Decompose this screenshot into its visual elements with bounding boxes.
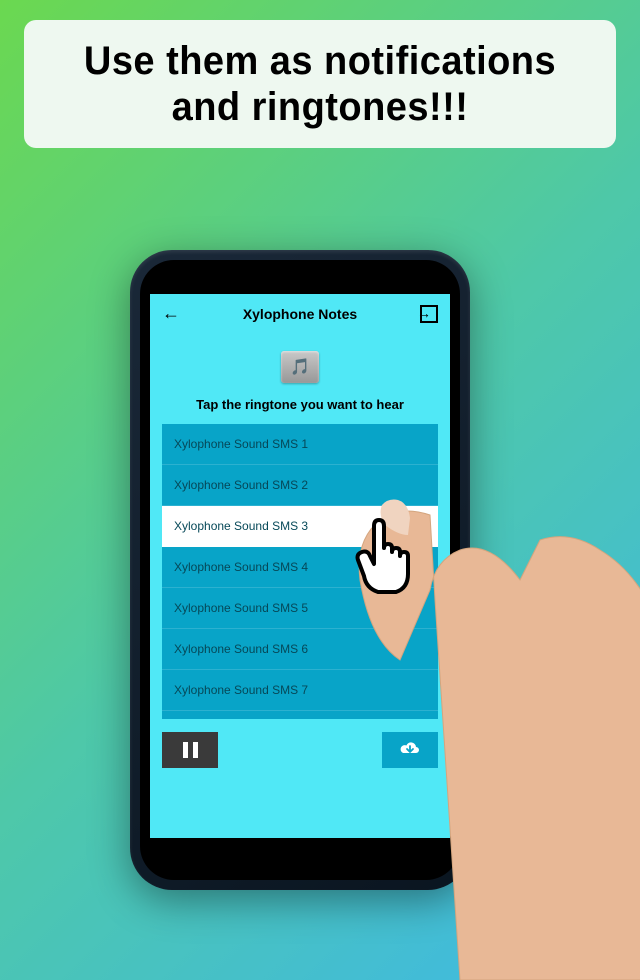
app-screen: ← Xylophone Notes 🎵 Tap the ringtone you… [150, 294, 450, 838]
phone-home-indicator [220, 844, 380, 874]
list-item[interactable]: Xylophone Sound SMS 3 [162, 506, 438, 547]
list-item[interactable]: Xylophone Sound SMS 2 [162, 465, 438, 506]
app-header: ← Xylophone Notes [150, 294, 450, 333]
ringtone-list: Xylophone Sound SMS 1 Xylophone Sound SM… [162, 424, 438, 719]
promo-text: Use them as notifications and ringtones!… [58, 38, 582, 130]
list-item[interactable]: Xylophone Sound SMS 4 [162, 547, 438, 588]
phone-notch [230, 270, 370, 288]
exit-button[interactable] [420, 305, 438, 323]
promo-banner: Use them as notifications and ringtones!… [24, 20, 616, 148]
list-item[interactable]: Xylophone Sound SMS 6 [162, 629, 438, 670]
instruction-text: Tap the ringtone you want to hear [150, 393, 450, 424]
phone-mockup: ← Xylophone Notes 🎵 Tap the ringtone you… [130, 250, 470, 890]
music-note-icon: 🎵 [281, 351, 319, 383]
cloud-download-icon [399, 740, 421, 761]
list-item[interactable]: Xylophone Sound SMS 1 [162, 424, 438, 465]
player-controls [150, 719, 450, 781]
page-title: Xylophone Notes [243, 306, 357, 322]
download-button[interactable] [382, 732, 438, 768]
back-button[interactable]: ← [162, 303, 180, 324]
pause-icon [183, 742, 198, 758]
list-item[interactable]: Xylophone Sound SMS 5 [162, 588, 438, 629]
list-item[interactable]: Xylophone Sound SMS 7 [162, 670, 438, 711]
pause-button[interactable] [162, 732, 218, 768]
